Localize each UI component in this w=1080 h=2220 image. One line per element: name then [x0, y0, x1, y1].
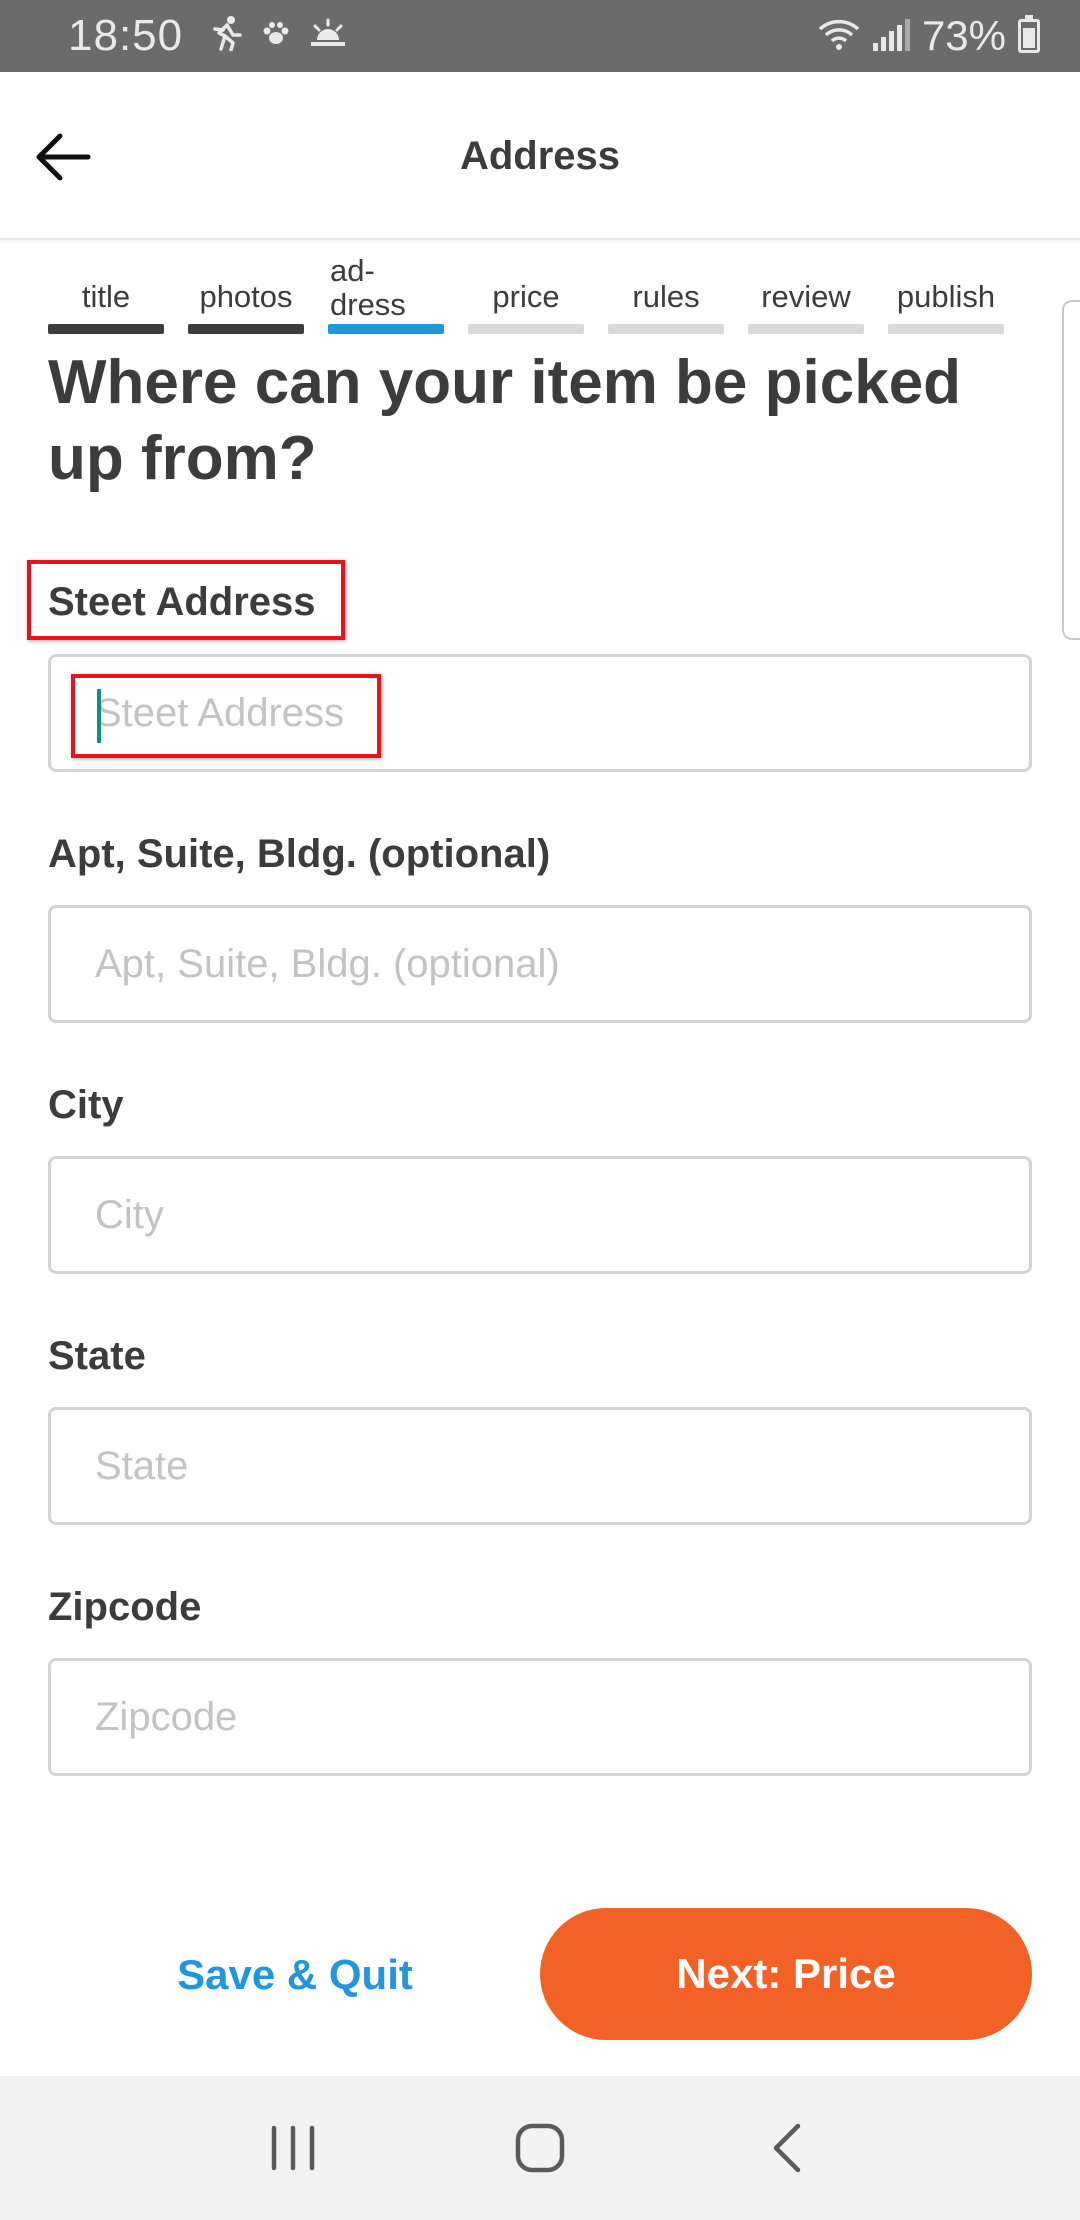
zipcode-input[interactable] — [95, 1694, 1029, 1740]
system-nav-bar — [0, 2076, 1080, 2220]
save-and-quit-button[interactable]: Save & Quit — [150, 1940, 440, 2010]
street-address-input[interactable] — [95, 690, 1029, 736]
apt-field[interactable] — [48, 905, 1032, 1023]
step-publish[interactable]: publish — [888, 244, 1004, 336]
status-bar: 18:50 73% — [0, 0, 1080, 72]
text-cursor — [97, 689, 101, 743]
city-input[interactable] — [95, 1192, 1029, 1238]
street-address-field[interactable] — [48, 654, 1032, 772]
progress-stepper: title photos ad- dress price rules revie… — [48, 244, 1008, 336]
step-label: ad- dress — [330, 252, 406, 322]
step-title[interactable]: title — [48, 244, 164, 336]
step-label: rules — [632, 278, 700, 314]
running-icon — [209, 15, 243, 57]
status-notification-icons — [209, 15, 347, 57]
sunrise-icon — [309, 18, 347, 54]
zipcode-label: Zipcode — [48, 1585, 202, 1629]
battery-icon — [1018, 15, 1040, 53]
step-bar — [328, 324, 444, 334]
side-panel-handle[interactable] — [1062, 300, 1080, 640]
next-price-button[interactable]: Next: Price — [540, 1908, 1032, 2040]
step-review[interactable]: review — [748, 244, 864, 336]
recent-apps-button[interactable] — [248, 2103, 338, 2193]
step-bar — [608, 324, 724, 334]
home-button[interactable] — [495, 2103, 585, 2193]
step-bar — [748, 324, 864, 334]
zipcode-field[interactable] — [48, 1658, 1032, 1776]
state-input[interactable] — [95, 1443, 1029, 1489]
step-photos[interactable]: photos — [188, 244, 304, 336]
status-system-icons: 73% — [817, 12, 1040, 60]
step-label: price — [492, 278, 560, 314]
status-time: 18:50 — [68, 11, 184, 60]
recent-apps-icon — [272, 2125, 315, 2171]
street-address-label: Steet Address — [48, 580, 316, 624]
app-bar: Address — [0, 72, 1080, 240]
page-heading: Where can your item be picked up from? — [48, 348, 962, 493]
step-bar — [888, 324, 1004, 334]
page-title: Address — [459, 134, 621, 178]
city-field[interactable] — [48, 1156, 1032, 1274]
system-back-button[interactable] — [742, 2103, 832, 2193]
step-label: title — [81, 278, 131, 314]
step-bar — [468, 324, 584, 334]
apt-label: Apt, Suite, Bldg. (optional) — [48, 832, 551, 876]
step-address[interactable]: ad- dress — [328, 244, 444, 336]
state-field[interactable] — [48, 1407, 1032, 1525]
signal-icon — [872, 19, 910, 51]
apt-input[interactable] — [95, 941, 1029, 987]
state-label: State — [48, 1334, 146, 1378]
step-bar — [188, 324, 304, 334]
paw-icon — [261, 21, 291, 51]
back-icon — [773, 2123, 800, 2173]
step-bar — [48, 324, 164, 334]
step-label: review — [761, 278, 851, 314]
step-label: photos — [199, 278, 293, 314]
city-label: City — [48, 1083, 124, 1127]
step-rules[interactable]: rules — [608, 244, 724, 336]
step-label: publish — [896, 278, 996, 314]
wifi-icon — [817, 17, 861, 56]
home-icon — [515, 2123, 565, 2173]
battery-percent: 73% — [921, 12, 1006, 59]
step-price[interactable]: price — [468, 244, 584, 336]
